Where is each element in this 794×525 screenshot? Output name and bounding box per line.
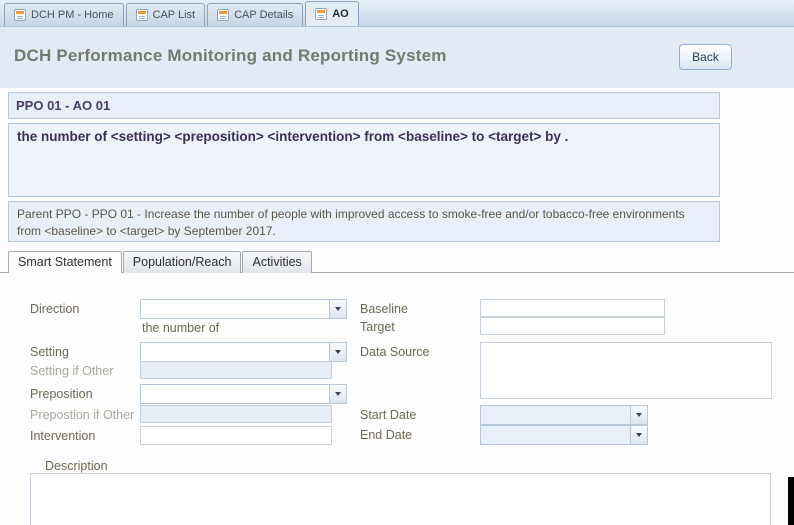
chevron-down-icon[interactable]: [329, 343, 346, 361]
preposition-combobox[interactable]: [140, 384, 347, 404]
setting-label: Setting: [30, 345, 69, 359]
statement-text: the number of <setting> <preposition> <i…: [17, 129, 568, 144]
parent-ppo-text: Parent PPO - PPO 01 - Increase the numbe…: [17, 207, 685, 238]
start-date-label: Start Date: [360, 408, 416, 422]
intervention-label: Intervention: [30, 429, 95, 443]
form-icon: [136, 9, 148, 21]
chevron-down-icon[interactable]: [329, 385, 346, 403]
end-date-combobox[interactable]: [480, 425, 648, 445]
description-label: Description: [45, 459, 108, 473]
data-source-label: Data Source: [360, 345, 429, 359]
number-of-text: the number of: [142, 321, 219, 335]
form-icon: [315, 8, 327, 20]
target-label: Target: [360, 320, 395, 334]
chevron-down-icon[interactable]: [630, 426, 647, 444]
baseline-label: Baseline: [360, 302, 408, 316]
description-field[interactable]: [30, 473, 771, 525]
target-field[interactable]: [480, 317, 665, 335]
record-id-text: PPO 01 - AO 01: [16, 98, 110, 113]
preposition-label: Preposition: [30, 387, 93, 401]
form-tab-bar: Smart Statement Population/Reach Activit…: [8, 251, 313, 273]
intervention-field[interactable]: [140, 426, 332, 445]
tab-ao[interactable]: AO: [305, 1, 359, 26]
preposition-if-other-field[interactable]: [140, 405, 332, 423]
screen-edge-artifact: [788, 477, 794, 525]
tab-population-reach[interactable]: Population/Reach: [123, 251, 242, 273]
tab-label: AO: [332, 8, 349, 20]
setting-combobox[interactable]: [140, 342, 347, 362]
chevron-down-icon[interactable]: [329, 300, 346, 318]
direction-label: Direction: [30, 302, 79, 316]
chevron-down-icon[interactable]: [630, 406, 647, 424]
tab-label: CAP Details: [234, 9, 293, 21]
record-id-box: PPO 01 - AO 01: [8, 92, 720, 119]
page-title: DCH Performance Monitoring and Reporting…: [14, 46, 447, 66]
tab-label: DCH PM - Home: [31, 9, 114, 21]
preposition-if-other-label: Prepostion if Other: [30, 408, 134, 422]
form-icon: [217, 9, 229, 21]
form-icon: [14, 9, 26, 21]
tab-activities[interactable]: Activities: [242, 251, 311, 273]
document-tab-bar: DCH PM - Home CAP List CAP Details AO: [0, 0, 794, 27]
direction-combobox[interactable]: [140, 299, 347, 319]
statement-box: the number of <setting> <preposition> <i…: [8, 123, 720, 197]
parent-ppo-box: Parent PPO - PPO 01 - Increase the numbe…: [8, 201, 720, 242]
setting-if-other-label: Setting if Other: [30, 364, 113, 378]
tab-dch-pm-home[interactable]: DCH PM - Home: [4, 3, 124, 26]
end-date-label: End Date: [360, 428, 412, 442]
app-window: DCH PM - Home CAP List CAP Details AO DC…: [0, 0, 794, 525]
baseline-field[interactable]: [480, 299, 665, 317]
tab-cap-list[interactable]: CAP List: [126, 3, 206, 26]
start-date-combobox[interactable]: [480, 405, 648, 425]
tab-cap-details[interactable]: CAP Details: [207, 3, 303, 26]
setting-if-other-field[interactable]: [140, 361, 332, 379]
tab-smart-statement[interactable]: Smart Statement: [8, 251, 122, 273]
form-header: DCH Performance Monitoring and Reporting…: [0, 27, 794, 88]
data-source-field[interactable]: [480, 342, 772, 399]
back-button[interactable]: Back: [679, 44, 732, 70]
tab-label: CAP List: [153, 9, 196, 21]
